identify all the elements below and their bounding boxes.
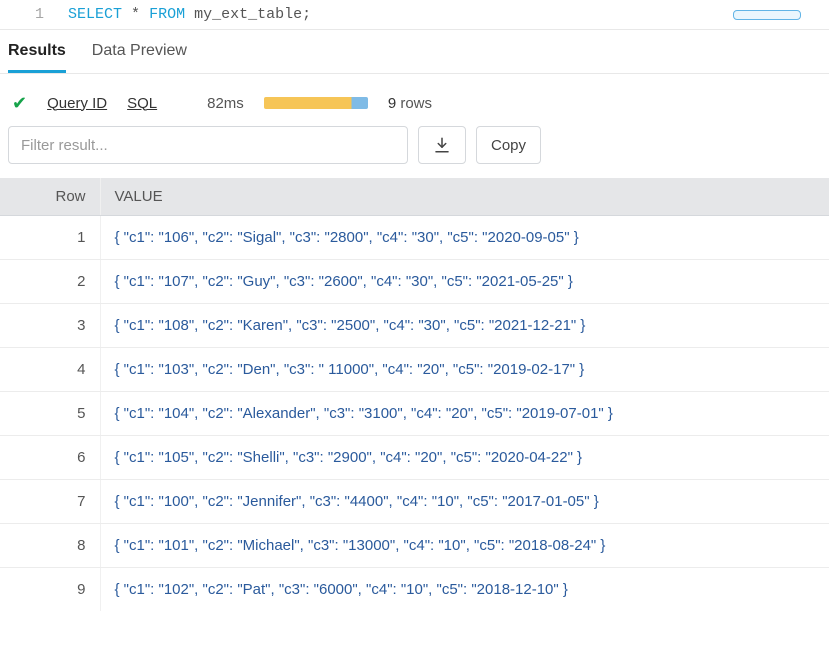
- sql-code[interactable]: SELECT * FROM my_ext_table;: [60, 6, 829, 23]
- row-value[interactable]: { "c1": "102", "c2": "Pat", "c3": "6000"…: [100, 568, 829, 612]
- row-value[interactable]: { "c1": "107", "c2": "Guy", "c3": "2600"…: [100, 260, 829, 304]
- row-number: 1: [0, 216, 100, 260]
- table-header-row: Row VALUE: [0, 178, 829, 216]
- sql-link[interactable]: SQL: [127, 95, 157, 112]
- row-count: 9 rows: [388, 95, 432, 112]
- row-number: 3: [0, 304, 100, 348]
- row-value[interactable]: { "c1": "101", "c2": "Michael", "c3": "1…: [100, 524, 829, 568]
- row-count-label: rows: [400, 95, 432, 112]
- row-value[interactable]: { "c1": "108", "c2": "Karen", "c3": "250…: [100, 304, 829, 348]
- tab-results[interactable]: Results: [8, 42, 66, 73]
- col-value[interactable]: VALUE: [100, 178, 829, 216]
- sql-keyword-select: SELECT: [68, 6, 122, 23]
- col-row[interactable]: Row: [0, 178, 100, 216]
- query-status-bar: ✔ Query ID SQL 82ms 9 rows: [0, 74, 829, 126]
- row-number: 2: [0, 260, 100, 304]
- timing-bar: [264, 97, 368, 109]
- row-number: 8: [0, 524, 100, 568]
- table-row[interactable]: 7{ "c1": "100", "c2": "Jennifer", "c3": …: [0, 480, 829, 524]
- result-controls: Copy: [0, 126, 829, 178]
- row-number: 7: [0, 480, 100, 524]
- table-row[interactable]: 3{ "c1": "108", "c2": "Karen", "c3": "25…: [0, 304, 829, 348]
- row-value[interactable]: { "c1": "105", "c2": "Shelli", "c3": "29…: [100, 436, 829, 480]
- row-value[interactable]: { "c1": "104", "c2": "Alexander", "c3": …: [100, 392, 829, 436]
- success-check-icon: ✔: [12, 94, 27, 112]
- row-number: 6: [0, 436, 100, 480]
- table-row[interactable]: 1{ "c1": "106", "c2": "Sigal", "c3": "28…: [0, 216, 829, 260]
- query-id-link[interactable]: Query ID: [47, 95, 107, 112]
- row-number: 9: [0, 568, 100, 612]
- query-timing: 82ms: [207, 95, 244, 112]
- minimap-indicator[interactable]: [733, 10, 801, 20]
- row-value[interactable]: { "c1": "103", "c2": "Den", "c3": " 1100…: [100, 348, 829, 392]
- filter-input[interactable]: [8, 126, 408, 164]
- table-row[interactable]: 5{ "c1": "104", "c2": "Alexander", "c3":…: [0, 392, 829, 436]
- sql-rest: my_ext_table;: [185, 6, 311, 23]
- copy-button[interactable]: Copy: [476, 126, 541, 164]
- download-icon: [433, 136, 451, 154]
- sql-editor-row[interactable]: 1 SELECT * FROM my_ext_table;: [0, 0, 829, 30]
- download-button[interactable]: [418, 126, 466, 164]
- table-row[interactable]: 2{ "c1": "107", "c2": "Guy", "c3": "2600…: [0, 260, 829, 304]
- line-number: 1: [0, 6, 60, 23]
- row-count-number: 9: [388, 95, 396, 112]
- table-row[interactable]: 4{ "c1": "103", "c2": "Den", "c3": " 110…: [0, 348, 829, 392]
- row-number: 4: [0, 348, 100, 392]
- sql-keyword-from: FROM: [149, 6, 185, 23]
- tab-data-preview[interactable]: Data Preview: [92, 42, 187, 73]
- table-row[interactable]: 9{ "c1": "102", "c2": "Pat", "c3": "6000…: [0, 568, 829, 612]
- table-row[interactable]: 6{ "c1": "105", "c2": "Shelli", "c3": "2…: [0, 436, 829, 480]
- table-row[interactable]: 8{ "c1": "101", "c2": "Michael", "c3": "…: [0, 524, 829, 568]
- sql-star: *: [131, 6, 140, 23]
- row-value[interactable]: { "c1": "100", "c2": "Jennifer", "c3": "…: [100, 480, 829, 524]
- row-value[interactable]: { "c1": "106", "c2": "Sigal", "c3": "280…: [100, 216, 829, 260]
- results-table: Row VALUE 1{ "c1": "106", "c2": "Sigal",…: [0, 178, 829, 611]
- row-number: 5: [0, 392, 100, 436]
- result-tabs: Results Data Preview: [0, 30, 829, 74]
